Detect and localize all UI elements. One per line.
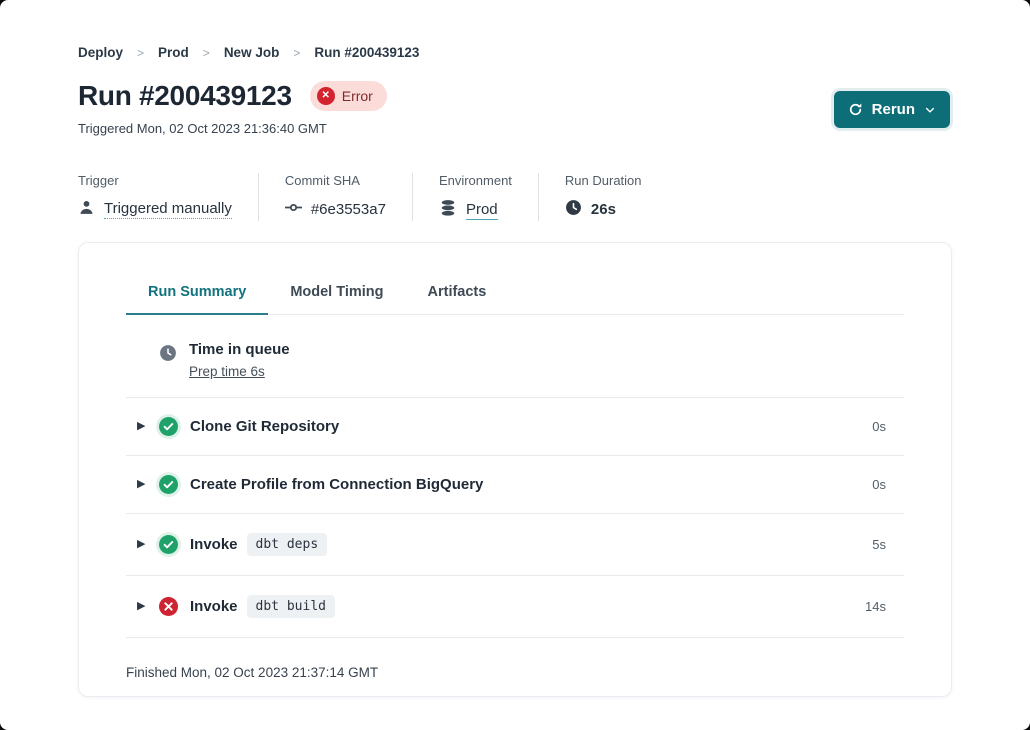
command-chip: dbt build xyxy=(247,595,335,618)
queue-title: Time in queue xyxy=(189,341,290,358)
clock-icon xyxy=(565,199,582,220)
chevron-right-icon: > xyxy=(293,46,300,60)
meta-commit-label: Commit SHA xyxy=(285,173,386,188)
tab-bar: Run Summary Model Timing Artifacts xyxy=(126,284,904,315)
breadcrumb-new-job[interactable]: New Job xyxy=(224,45,280,60)
expand-caret-icon[interactable]: ▶ xyxy=(137,601,159,612)
step-row-dbt-deps: ▶ Invoke dbt deps 5s xyxy=(126,514,904,576)
tab-run-summary[interactable]: Run Summary xyxy=(126,284,268,314)
trigger-value[interactable]: Triggered manually xyxy=(104,200,232,219)
check-circle-icon xyxy=(159,417,178,436)
expand-caret-icon[interactable]: ▶ xyxy=(137,421,159,432)
page-title: Run #200439123 xyxy=(78,80,292,112)
meta-trigger-label: Trigger xyxy=(78,173,232,188)
run-meta-row: Trigger Triggered manually Commit SHA #6… xyxy=(78,173,952,221)
x-circle-icon xyxy=(159,597,178,616)
prep-time-link[interactable]: Prep time 6s xyxy=(189,364,265,379)
status-badge: ✕ Error xyxy=(310,81,387,111)
rerun-button[interactable]: Rerun xyxy=(834,91,950,128)
queue-row: Time in queue Prep time 6s xyxy=(126,315,904,398)
status-badge-label: Error xyxy=(342,88,373,104)
meta-environment: Environment Prod xyxy=(439,173,539,221)
meta-duration: Run Duration 26s xyxy=(565,173,668,221)
breadcrumb-prod[interactable]: Prod xyxy=(158,45,189,60)
check-circle-icon xyxy=(159,475,178,494)
finished-timestamp: Finished Mon, 02 Oct 2023 21:37:14 GMT xyxy=(126,638,904,680)
command-chip: dbt deps xyxy=(247,533,328,556)
meta-trigger: Trigger Triggered manually xyxy=(78,173,259,221)
tab-model-timing[interactable]: Model Timing xyxy=(268,284,405,314)
error-circle-icon: ✕ xyxy=(317,87,335,105)
breadcrumb: Deploy > Prod > New Job > Run #200439123 xyxy=(78,0,952,60)
step-row-create-profile: ▶ Create Profile from Connection BigQuer… xyxy=(126,456,904,514)
refresh-icon xyxy=(848,102,863,117)
run-summary-card: Run Summary Model Timing Artifacts Time … xyxy=(78,242,952,697)
step-name: Invoke xyxy=(190,598,238,615)
run-detail-page: Deploy > Prod > New Job > Run #200439123… xyxy=(0,0,1030,730)
commit-sha-value: #6e3553a7 xyxy=(311,201,386,218)
environment-link[interactable]: Prod xyxy=(466,201,498,220)
breadcrumb-deploy[interactable]: Deploy xyxy=(78,45,123,60)
step-row-dbt-build: ▶ Invoke dbt build 14s xyxy=(126,576,904,638)
breadcrumb-current-run: Run #200439123 xyxy=(314,45,419,60)
rerun-button-label: Rerun xyxy=(872,101,915,118)
expand-caret-icon[interactable]: ▶ xyxy=(137,479,159,490)
step-duration: 0s xyxy=(872,419,904,434)
step-duration: 5s xyxy=(872,537,904,552)
expand-caret-icon[interactable]: ▶ xyxy=(137,539,159,550)
clock-icon xyxy=(159,344,177,367)
step-row-clone-git: ▶ Clone Git Repository 0s xyxy=(126,398,904,456)
triggered-timestamp: Triggered Mon, 02 Oct 2023 21:36:40 GMT xyxy=(78,121,952,136)
step-name: Create Profile from Connection BigQuery xyxy=(190,476,483,493)
tab-artifacts[interactable]: Artifacts xyxy=(406,284,509,314)
meta-duration-label: Run Duration xyxy=(565,173,642,188)
database-icon xyxy=(439,199,457,221)
meta-environment-label: Environment xyxy=(439,173,512,188)
run-duration-value: 26s xyxy=(591,201,616,218)
check-circle-icon xyxy=(159,535,178,554)
step-name: Clone Git Repository xyxy=(190,418,339,435)
chevron-right-icon: > xyxy=(203,46,210,60)
step-duration: 14s xyxy=(865,599,904,614)
step-name: Invoke xyxy=(190,536,238,553)
commit-icon xyxy=(285,199,302,220)
chevron-down-icon xyxy=(924,104,936,116)
chevron-right-icon: > xyxy=(137,46,144,60)
person-icon xyxy=(78,199,95,220)
meta-commit: Commit SHA #6e3553a7 xyxy=(285,173,413,221)
step-duration: 0s xyxy=(872,477,904,492)
